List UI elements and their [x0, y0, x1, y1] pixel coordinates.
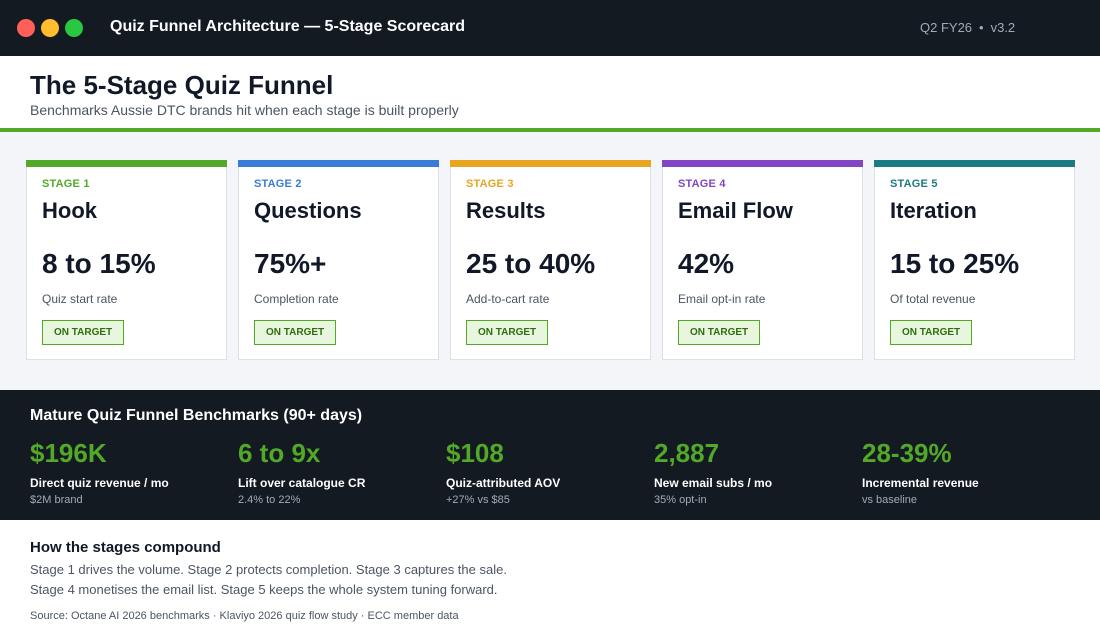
benchmark-label: Direct quiz revenue / mo — [30, 476, 169, 490]
status-badge: ON TARGET — [678, 320, 761, 345]
benchmarks-section: Mature Quiz Funnel Benchmarks (90+ days)… — [0, 390, 1100, 520]
source-footnote: Source: Octane AI 2026 benchmarks · Klav… — [30, 610, 459, 622]
stage-value: 15 to 25% — [890, 248, 1020, 279]
benchmark-label: Incremental revenue — [862, 476, 979, 490]
stage-color-bar — [450, 160, 651, 167]
benchmarks-title: Mature Quiz Funnel Benchmarks (90+ days) — [30, 407, 363, 424]
stage-color-bar — [662, 160, 863, 167]
benchmark-item: 28-39% Incremental revenue vs baseline — [862, 438, 1062, 506]
stage-number: STAGE 3 — [466, 178, 514, 190]
compound-text-line: Stage 1 drives the volume. Stage 2 prote… — [30, 562, 507, 577]
stage-name: Iteration — [890, 198, 977, 223]
stage-value: 75%+ — [254, 248, 327, 279]
benchmark-item: $196K Direct quiz revenue / mo $2M brand — [30, 438, 230, 506]
benchmark-label: Quiz-attributed AOV — [446, 476, 561, 490]
stage-card-questions: STAGE 2 Questions 75%+ Completion rate O… — [238, 160, 439, 360]
benchmark-item: 6 to 9x Lift over catalogue CR 2.4% to 2… — [238, 438, 438, 506]
stage-name: Questions — [254, 198, 362, 223]
window-titlebar: Quiz Funnel Architecture — 5-Stage Score… — [0, 0, 1100, 56]
status-badge: ON TARGET — [890, 320, 973, 345]
benchmark-value: $196K — [30, 438, 107, 468]
stage-color-bar — [238, 160, 439, 167]
minimize-window-button[interactable] — [41, 19, 59, 37]
benchmark-subtext: $2M brand — [30, 494, 83, 506]
stage-name: Hook — [42, 198, 97, 223]
benchmark-label: New email subs / mo — [654, 476, 773, 490]
benchmark-item: 2,887 New email subs / mo 35% opt-in — [654, 438, 854, 506]
benchmark-item: $108 Quiz-attributed AOV +27% vs $85 — [446, 438, 646, 506]
benchmark-value: $108 — [446, 438, 504, 468]
status-badge: ON TARGET — [42, 320, 125, 345]
page-header: The 5-Stage Quiz Funnel Benchmarks Aussi… — [0, 56, 1100, 128]
stage-value: 8 to 15% — [42, 248, 156, 279]
version-label: v3.2 — [990, 20, 1016, 35]
page-subtitle: Benchmarks Aussie DTC brands hit when ea… — [30, 102, 459, 118]
period-label: Q2 FY26 — [920, 20, 973, 35]
stage-metric: Of total revenue — [890, 292, 976, 306]
benchmark-value: 6 to 9x — [238, 438, 321, 468]
stage-card-results: STAGE 3 Results 25 to 40% Add-to-cart ra… — [450, 160, 651, 360]
stage-card-iteration: STAGE 5 Iteration 15 to 25% Of total rev… — [874, 160, 1075, 360]
close-window-button[interactable] — [17, 19, 35, 37]
status-badge: ON TARGET — [466, 320, 549, 345]
stage-metric: Completion rate — [254, 292, 339, 306]
benchmark-label: Lift over catalogue CR — [238, 476, 366, 490]
stage-value: 42% — [678, 248, 735, 279]
benchmark-subtext: 35% opt-in — [654, 494, 707, 506]
benchmark-value: 2,887 — [654, 438, 720, 468]
stage-value: 25 to 40% — [466, 248, 596, 279]
compound-text-line: Stage 4 monetises the email list. Stage … — [30, 582, 498, 597]
stage-card-hook: STAGE 1 Hook 8 to 15% Quiz start rate ON… — [26, 160, 227, 360]
page-title: The 5-Stage Quiz Funnel — [30, 70, 334, 100]
stage-color-bar — [26, 160, 227, 167]
stage-number: STAGE 1 — [42, 178, 90, 190]
bullet-separator: • — [979, 20, 984, 35]
stage-metric: Email opt-in rate — [678, 292, 766, 306]
window-meta: Q2 FY26 • v3.2 — [920, 20, 1015, 35]
stage-card-email-flow: STAGE 4 Email Flow 42% Email opt-in rate… — [662, 160, 863, 360]
benchmark-subtext: 2.4% to 22% — [238, 494, 301, 506]
stage-name: Email Flow — [678, 198, 793, 223]
stage-number: STAGE 4 — [678, 178, 726, 190]
benchmark-subtext: +27% vs $85 — [446, 494, 510, 506]
benchmark-value: 28-39% — [862, 438, 952, 468]
compound-title: How the stages compound — [30, 539, 221, 556]
stage-metric: Add-to-cart rate — [466, 292, 550, 306]
benchmark-subtext: vs baseline — [862, 494, 918, 506]
maximize-window-button[interactable] — [65, 19, 83, 37]
stage-number: STAGE 5 — [890, 178, 938, 190]
stage-metric: Quiz start rate — [42, 292, 118, 306]
status-badge: ON TARGET — [254, 320, 337, 345]
stage-name: Results — [466, 198, 546, 223]
stage-number: STAGE 2 — [254, 178, 302, 190]
stage-color-bar — [874, 160, 1075, 167]
window-title: Quiz Funnel Architecture — 5-Stage Score… — [110, 18, 466, 35]
